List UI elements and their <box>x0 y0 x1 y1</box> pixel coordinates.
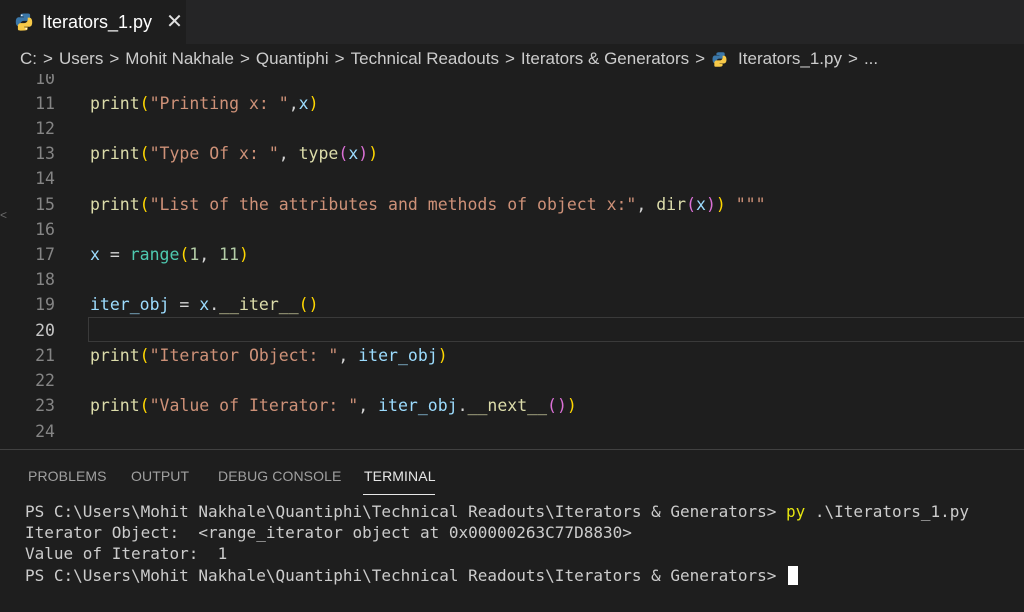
code-line: 17 x = range(1, 11) <box>0 242 1024 267</box>
line-number: 16 <box>35 220 55 239</box>
code-text: print("Type Of x: ", type(x)) <box>90 144 379 163</box>
line-number: 20 <box>35 321 55 340</box>
breadcrumb-item-user[interactable]: Mohit Nakhale <box>125 49 234 69</box>
code-line: 21 print("Iterator Object: ", iter_obj) <box>0 343 1024 368</box>
line-number: 22 <box>35 371 55 390</box>
breadcrumb: C: > Users > Mohit Nakhale > Quantiphi >… <box>0 44 1024 74</box>
breadcrumb-item-technical-readouts[interactable]: Technical Readouts <box>351 49 499 69</box>
chevron-right-icon: > <box>43 49 53 68</box>
current-line-highlight <box>88 317 1024 342</box>
tab-output[interactable]: OUTPUT <box>131 468 189 484</box>
breadcrumb-item-drive[interactable]: C: <box>20 49 37 69</box>
tab-terminal[interactable]: TERMINAL <box>364 468 436 484</box>
code-line: 12 <box>0 116 1024 141</box>
line-number: 23 <box>35 396 55 415</box>
chevron-right-icon: > <box>109 49 120 68</box>
code-editor[interactable]: < 10 11 print("Printing x: ",x) 12 13 pr… <box>0 74 1024 447</box>
tab-problems[interactable]: PROBLEMS <box>28 468 107 484</box>
terminal-line: Iterator Object: <range_iterator object … <box>25 523 632 542</box>
code-line: 18 <box>0 267 1024 292</box>
line-number: 11 <box>35 94 55 113</box>
terminal-cursor <box>788 566 798 585</box>
breadcrumb-item-users[interactable]: Users <box>59 49 103 69</box>
code-text: x = range(1, 11) <box>90 245 249 264</box>
chevron-right-icon: > <box>504 49 515 68</box>
line-number: 21 <box>35 346 55 365</box>
close-icon[interactable]: ✕ <box>166 12 183 32</box>
bottom-panel: PROBLEMS OUTPUT DEBUG CONSOLE TERMINAL P… <box>0 449 1024 612</box>
line-number: 17 <box>35 245 55 264</box>
terminal-line: PS C:\Users\Mohit Nakhale\Quantiphi\Tech… <box>25 565 798 586</box>
line-number: 12 <box>35 119 55 138</box>
code-line: 11 print("Printing x: ",x) <box>0 91 1024 116</box>
breadcrumb-item-iterators-generators[interactable]: Iterators & Generators <box>521 49 689 69</box>
chevron-right-icon: > <box>334 49 345 68</box>
tab-iterators-1[interactable]: Iterators_1.py ✕ <box>0 0 186 44</box>
line-number: 18 <box>35 270 55 289</box>
line-number: 13 <box>35 144 55 163</box>
chevron-right-icon: > <box>848 49 858 68</box>
panel-tabs: PROBLEMS OUTPUT DEBUG CONSOLE TERMINAL <box>0 450 1024 495</box>
line-number: 19 <box>35 295 55 314</box>
breadcrumb-item-quantiphi[interactable]: Quantiphi <box>256 49 329 69</box>
line-number: 15 <box>35 195 55 214</box>
code-line-current: 20 <box>0 317 1024 343</box>
code-text: print("List of the attributes and method… <box>90 195 766 214</box>
tab-label: Iterators_1.py <box>42 11 153 32</box>
code-text: print("Iterator Object: ", iter_obj) <box>90 346 448 365</box>
line-number: 24 <box>35 422 55 441</box>
code-text: iter_obj = x.__iter__() <box>90 295 319 314</box>
tab-debug-console[interactable]: DEBUG CONSOLE <box>218 468 341 484</box>
terminal-line: PS C:\Users\Mohit Nakhale\Quantiphi\Tech… <box>25 502 970 521</box>
line-number: 10 <box>35 74 55 88</box>
breadcrumb-item-file[interactable]: Iterators_1.py <box>738 49 842 69</box>
code-line: 22 <box>0 368 1024 393</box>
chevron-right-icon: > <box>695 49 706 68</box>
code-line: 15 print("List of the attributes and met… <box>0 192 1024 217</box>
chevron-right-icon: > <box>239 49 250 68</box>
active-tab-indicator <box>363 494 435 495</box>
terminal-line: Value of Iterator: 1 <box>25 544 228 563</box>
python-icon <box>712 51 727 67</box>
code-line: 14 <box>0 166 1024 191</box>
editor-tab-bar: Iterators_1.py ✕ <box>0 0 1024 44</box>
code-line: 13 print("Type Of x: ", type(x)) <box>0 141 1024 166</box>
code-text: print("Value of Iterator: ", iter_obj.__… <box>90 396 577 415</box>
line-number: 14 <box>35 169 55 188</box>
code-text: print("Printing x: ",x) <box>90 94 319 113</box>
python-icon <box>15 13 33 31</box>
code-line: 10 <box>0 74 1024 91</box>
code-line: 24 <box>0 419 1024 444</box>
code-line: 16 <box>0 217 1024 242</box>
code-line: 19 iter_obj = x.__iter__() <box>0 292 1024 317</box>
breadcrumb-item-symbols[interactable]: ... <box>864 49 878 69</box>
code-line: 23 print("Value of Iterator: ", iter_obj… <box>0 393 1024 418</box>
